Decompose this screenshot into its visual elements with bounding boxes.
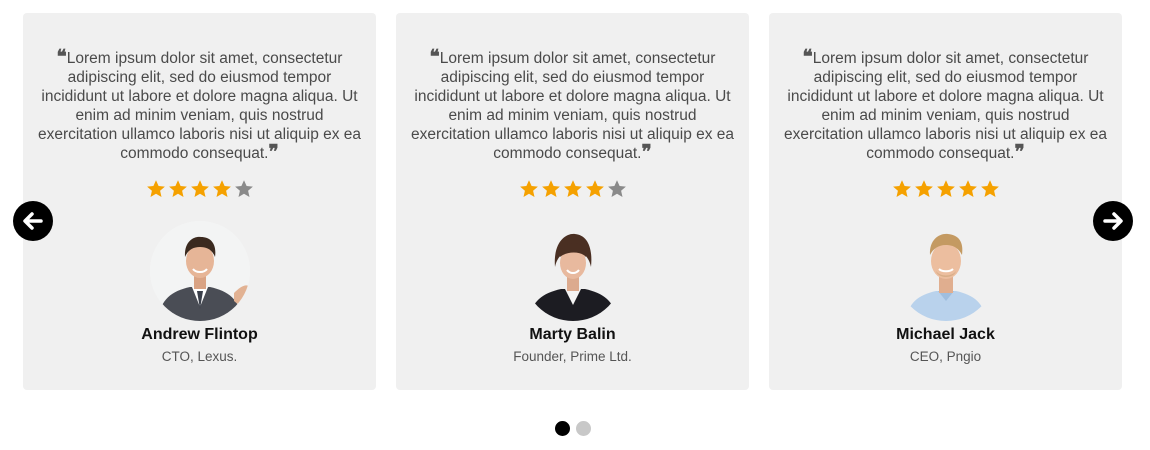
star-filled-icon	[980, 180, 999, 197]
quote-close-icon: ❞	[641, 141, 652, 163]
pagination-dots	[555, 421, 591, 436]
pagination-dot[interactable]	[555, 421, 570, 436]
avatar	[150, 221, 250, 321]
man-in-shirt-avatar	[896, 221, 996, 321]
star-filled-icon	[212, 180, 231, 197]
testimonial-card: ❝Lorem ipsum dolor sit amet, consectetur…	[769, 13, 1122, 390]
pagination-dot[interactable]	[576, 421, 591, 436]
testimonial-text: Lorem ipsum dolor sit amet, consectetur …	[37, 50, 362, 162]
testimonial-role: Founder, Prime Ltd.	[513, 349, 632, 364]
star-filled-icon	[190, 180, 209, 197]
testimonial-text: Lorem ipsum dolor sit amet, consectetur …	[410, 50, 735, 162]
testimonial-name: Michael Jack	[896, 326, 995, 343]
avatar	[523, 221, 623, 321]
star-filled-icon	[168, 180, 187, 197]
quote-open-icon: ❝	[56, 46, 67, 68]
star-rating	[769, 179, 1122, 203]
star-filled-icon	[585, 180, 604, 197]
testimonial-quote: ❝Lorem ipsum dolor sit amet, consectetur…	[783, 46, 1108, 163]
testimonial-card: ❝Lorem ipsum dolor sit amet, consectetur…	[23, 13, 376, 390]
star-filled-icon	[146, 180, 165, 197]
star-filled-icon	[958, 180, 977, 197]
testimonial-quote: ❝Lorem ipsum dolor sit amet, consectetur…	[37, 46, 362, 163]
testimonial-role: CTO, Lexus.	[161, 349, 238, 364]
woman-in-blazer-avatar	[523, 221, 623, 321]
avatar	[896, 221, 996, 321]
star-filled-icon	[541, 180, 560, 197]
arrow-right-icon	[1103, 212, 1123, 230]
testimonial-role: CEO, Pngio	[909, 349, 982, 364]
star-rating	[396, 179, 749, 203]
prev-button[interactable]	[13, 201, 53, 241]
arrow-left-icon	[23, 212, 43, 230]
star-filled-icon	[936, 180, 955, 197]
testimonial-name: Andrew Flintop	[141, 326, 258, 343]
star-filled-icon	[563, 180, 582, 197]
quote-close-icon: ❞	[1014, 141, 1025, 163]
testimonial-card: ❝Lorem ipsum dolor sit amet, consectetur…	[396, 13, 749, 390]
quote-open-icon: ❝	[802, 46, 813, 68]
star-filled-icon	[914, 180, 933, 197]
star-empty-icon	[607, 180, 626, 197]
quote-open-icon: ❝	[429, 46, 440, 68]
star-filled-icon	[519, 180, 538, 197]
quote-close-icon: ❞	[268, 141, 279, 163]
next-button[interactable]	[1093, 201, 1133, 241]
star-filled-icon	[892, 180, 911, 197]
testimonial-name: Marty Balin	[529, 326, 616, 343]
star-empty-icon	[234, 180, 253, 197]
testimonial-text: Lorem ipsum dolor sit amet, consectetur …	[783, 50, 1108, 162]
testimonial-quote: ❝Lorem ipsum dolor sit amet, consectetur…	[410, 46, 735, 163]
star-rating	[23, 179, 376, 203]
man-in-suit-avatar	[150, 221, 250, 321]
testimonial-slider: ❝Lorem ipsum dolor sit amet, consectetur…	[0, 0, 1150, 450]
